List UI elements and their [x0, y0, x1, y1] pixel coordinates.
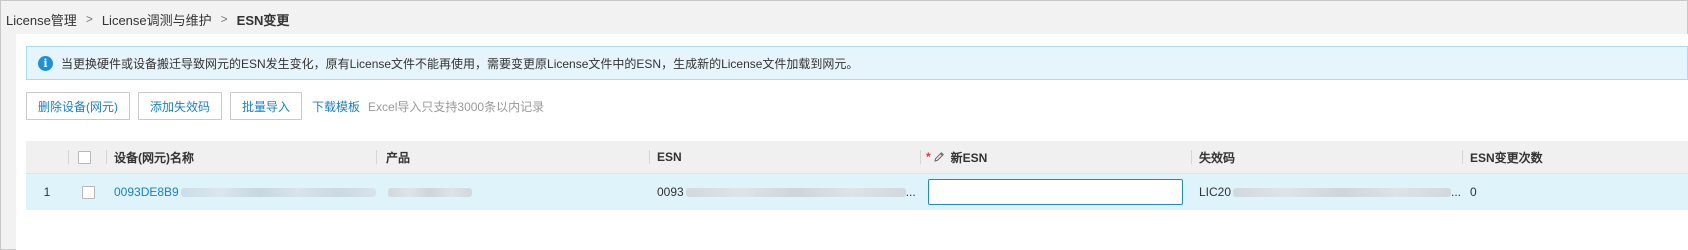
- breadcrumb-separator: >: [220, 12, 228, 26]
- column-divider: [376, 150, 377, 164]
- column-divider: [1462, 150, 1463, 164]
- header-new-esn[interactable]: * 新ESN: [926, 141, 1186, 173]
- redacted-text: [685, 187, 906, 197]
- info-text: 当更换硬件或设备搬迁导致网元的ESN发生变化，原有License文件不能再使用，…: [61, 56, 859, 71]
- main-panel: i 当更换硬件或设备搬迁导致网元的ESN发生变化，原有License文件不能再使…: [16, 34, 1688, 250]
- delete-device-button[interactable]: 删除设备(网元): [26, 92, 130, 120]
- header-select-all-cell: [78, 141, 98, 173]
- header-device-name[interactable]: 设备(网元)名称: [114, 141, 374, 173]
- header-invalid-code[interactable]: 失效码: [1199, 141, 1459, 173]
- invalid-code-ellipsis: ...: [1450, 185, 1461, 199]
- select-all-checkbox[interactable]: [78, 150, 91, 164]
- column-divider: [68, 150, 69, 164]
- batch-import-button[interactable]: 批量导入: [230, 92, 303, 120]
- device-name-cell: 0093DE8B9: [114, 174, 376, 210]
- invalid-code-cell: LIC20 ...: [1199, 174, 1461, 210]
- info-icon: i: [38, 55, 53, 71]
- header-esn-change-count[interactable]: ESN变更次数: [1470, 141, 1670, 173]
- toolbar: 删除设备(网元) 添加失效码 批量导入 下载模板 Excel导入只支持3000条…: [26, 92, 544, 120]
- redacted-text: [180, 187, 376, 197]
- esn-table: 设备(网元)名称 产品 ESN * 新ESN 失效码 ESN变更次数 1 009…: [26, 141, 1688, 210]
- redacted-text: [1233, 187, 1451, 197]
- esn-text: 0093: [657, 185, 684, 199]
- header-esn[interactable]: ESN: [657, 141, 917, 173]
- table-header: 设备(网元)名称 产品 ESN * 新ESN 失效码 ESN变更次数: [26, 141, 1688, 174]
- add-invalid-code-button[interactable]: 添加失效码: [138, 92, 223, 120]
- column-divider: [106, 150, 107, 164]
- row-checkbox[interactable]: [82, 185, 95, 199]
- column-divider: [649, 150, 650, 164]
- esn-ellipsis: ...: [905, 185, 916, 199]
- esn-change-count-cell: 0: [1470, 185, 1477, 199]
- import-limit-hint: Excel导入只支持3000条以内记录: [368, 99, 545, 114]
- header-product[interactable]: 产品: [386, 141, 646, 173]
- row-index: 1: [43, 185, 51, 199]
- breadcrumb-separator: >: [85, 12, 93, 26]
- esn-cell: 0093 ...: [657, 174, 919, 210]
- breadcrumb-item-license-maintenance[interactable]: License调测与维护: [102, 10, 212, 29]
- new-esn-input[interactable]: [928, 179, 1183, 205]
- breadcrumb-item-license-management[interactable]: License管理: [6, 10, 77, 29]
- redacted-text: [388, 187, 472, 197]
- header-new-esn-label: 新ESN: [950, 150, 988, 165]
- product-cell: [386, 174, 646, 210]
- column-divider: [920, 150, 921, 164]
- column-divider: [1191, 150, 1192, 164]
- edit-icon: [933, 152, 944, 162]
- download-template-link[interactable]: 下载模板: [312, 98, 360, 115]
- row-checkbox-cell: [82, 174, 102, 210]
- table-row[interactable]: 1 0093DE8B9 0093 ... LIC20 ... 0: [26, 174, 1688, 210]
- invalid-code-text: LIC20: [1199, 185, 1232, 199]
- breadcrumb-current: ESN变更: [236, 12, 290, 28]
- breadcrumb: License管理 > License调测与维护 > ESN变更: [6, 10, 289, 28]
- info-banner: i 当更换硬件或设备搬迁导致网元的ESN发生变化，原有License文件不能再使…: [26, 46, 1688, 80]
- device-name-link[interactable]: 0093DE8B9: [114, 185, 179, 199]
- required-mark: *: [926, 150, 931, 164]
